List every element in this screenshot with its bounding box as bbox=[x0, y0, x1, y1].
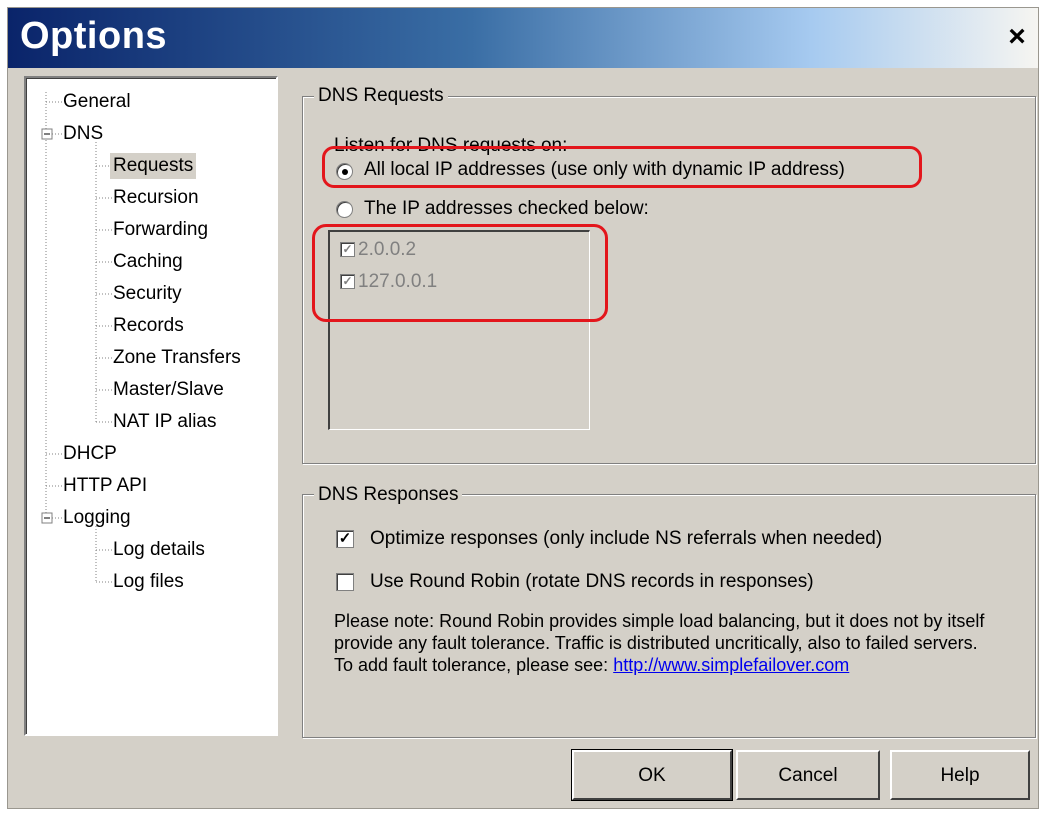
tree-item-recursion[interactable]: Recursion bbox=[110, 185, 202, 211]
option-checked-ip-label[interactable]: The IP addresses checked below: bbox=[364, 197, 649, 221]
highlight-ip-list bbox=[312, 224, 608, 322]
help-button[interactable]: Help bbox=[890, 750, 1030, 800]
options-tree[interactable]: General DNS Requests Recursion Forwardin… bbox=[24, 76, 278, 736]
dns-expander-icon[interactable] bbox=[41, 128, 53, 140]
tree-item-http-api[interactable]: HTTP API bbox=[60, 473, 150, 499]
dns-responses-legend: DNS Responses bbox=[314, 484, 463, 506]
tree-item-caching[interactable]: Caching bbox=[110, 249, 186, 275]
tree-item-nat-ip-alias[interactable]: NAT IP alias bbox=[110, 409, 220, 435]
optimize-checkbox[interactable]: ✓ bbox=[336, 530, 354, 548]
tree-item-records[interactable]: Records bbox=[110, 313, 187, 339]
fault-tolerance-prefix: To add fault tolerance, please see: bbox=[334, 655, 614, 675]
tree-item-forwarding[interactable]: Forwarding bbox=[110, 217, 211, 243]
tree-item-general[interactable]: General bbox=[60, 89, 134, 115]
simplefailover-link[interactable]: http://www.simplefailover.com bbox=[613, 655, 849, 675]
tree-item-dhcp[interactable]: DHCP bbox=[60, 441, 120, 467]
radio-checked-ip[interactable] bbox=[336, 201, 353, 218]
tree-item-security[interactable]: Security bbox=[110, 281, 185, 307]
cancel-button[interactable]: Cancel bbox=[736, 750, 880, 800]
optimize-label[interactable]: Optimize responses (only include NS refe… bbox=[370, 527, 882, 551]
highlight-all-local-ip bbox=[322, 146, 922, 188]
round-robin-checkbox[interactable] bbox=[336, 573, 354, 591]
title-bar[interactable]: Options × bbox=[8, 8, 1038, 68]
note-text: Please note: Round Robin provides simple… bbox=[334, 611, 985, 653]
dialog-title: Options bbox=[20, 15, 168, 57]
tree-item-log-details[interactable]: Log details bbox=[110, 537, 208, 563]
tree-item-master-slave[interactable]: Master/Slave bbox=[110, 377, 227, 403]
tree-item-logging[interactable]: Logging bbox=[60, 505, 134, 531]
close-button[interactable]: × bbox=[1000, 20, 1034, 54]
logging-expander-icon[interactable] bbox=[41, 512, 53, 524]
dns-requests-legend: DNS Requests bbox=[314, 85, 448, 107]
tree-item-log-files[interactable]: Log files bbox=[110, 569, 187, 595]
tree-item-zone-transfers[interactable]: Zone Transfers bbox=[110, 345, 244, 371]
round-robin-note: Please note: Round Robin provides simple… bbox=[334, 610, 1014, 676]
tree-item-dns[interactable]: DNS bbox=[60, 121, 106, 147]
tree-item-requests[interactable]: Requests bbox=[110, 153, 197, 179]
ok-button[interactable]: OK bbox=[571, 749, 733, 801]
round-robin-label[interactable]: Use Round Robin (rotate DNS records in r… bbox=[370, 570, 814, 594]
